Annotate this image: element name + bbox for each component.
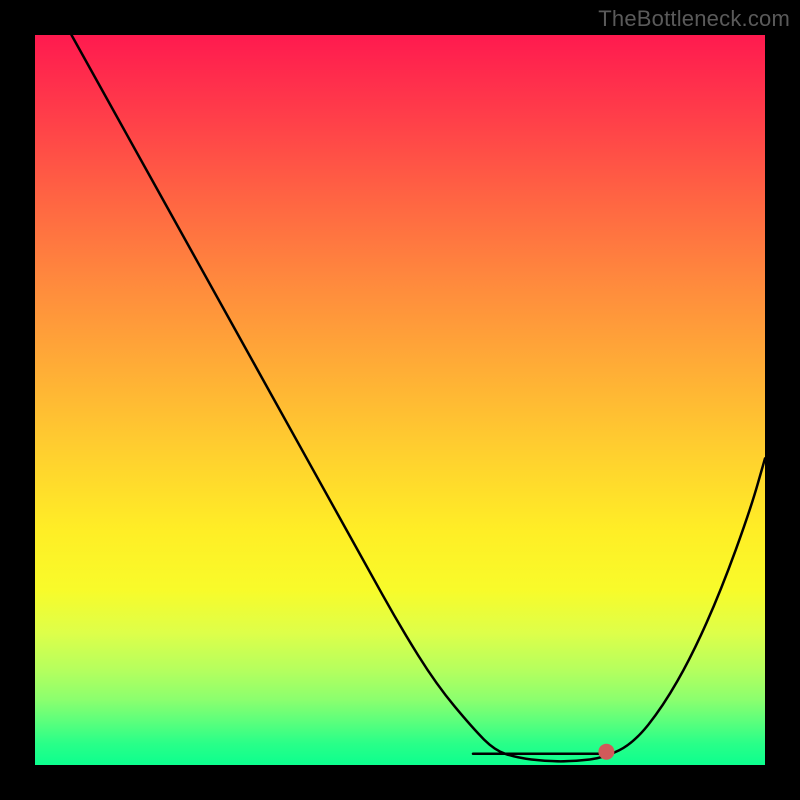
bottleneck-curve: [72, 35, 766, 761]
chart-svg: [35, 35, 765, 765]
plot-area: [35, 35, 765, 765]
watermark-text: TheBottleneck.com: [598, 6, 790, 32]
outer-frame: TheBottleneck.com: [0, 0, 800, 800]
optimal-range-end-dot: [598, 744, 614, 760]
